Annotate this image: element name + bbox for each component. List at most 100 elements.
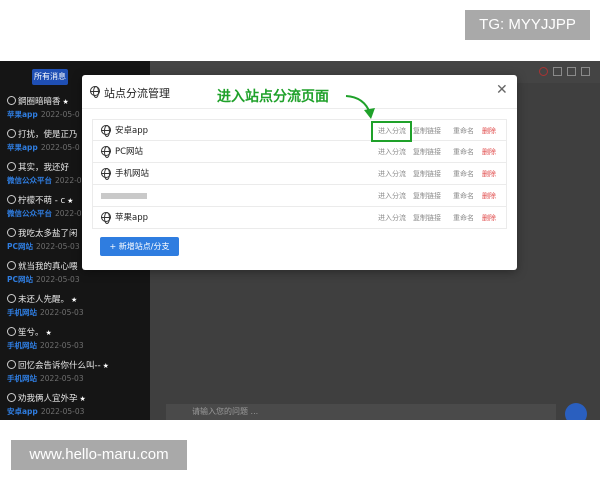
chat-source: 手机网站 <box>7 308 37 317</box>
site-actions: 进入分流 复制链接 重命名 删除 <box>378 169 506 181</box>
user-icon <box>7 294 16 303</box>
globe-icon <box>101 212 111 224</box>
site-routing-modal: 站点分流管理 进入站点分流页面 ✕ 安卓app 进入分流 复制链接 重命名 删除 PC网站… <box>82 75 517 270</box>
app-screenshot: 所有消息 鋼圈暗暗香 ★ 苹果app 2022-05-0 打扰，使是正乃 苹果app 202… <box>0 61 600 420</box>
notification-icon[interactable] <box>539 67 548 76</box>
chat-list-item[interactable]: 回忆会告诉你什么叫-- ★ 手机网站 2022-05-03 <box>0 357 150 390</box>
rename-link[interactable]: 重命名 <box>453 191 474 201</box>
globe-icon <box>101 146 111 158</box>
help-button[interactable] <box>565 403 587 420</box>
chat-source: 微信公众平台 <box>7 209 52 218</box>
delete-link[interactable]: 删除 <box>482 191 496 201</box>
maximize-icon[interactable] <box>581 67 590 76</box>
site-row: 安卓app 进入分流 复制链接 重命名 删除 <box>92 119 507 141</box>
chat-name: 回忆会告诉你什么叫-- <box>18 361 101 371</box>
user-icon <box>7 228 16 237</box>
chat-source: 苹果app <box>7 143 38 152</box>
star-icon: ★ <box>102 362 109 370</box>
site-actions: 进入分流 复制链接 重命名 删除 <box>378 213 506 225</box>
copy-link-link[interactable]: 复制链接 <box>413 213 441 223</box>
rename-link[interactable]: 重命名 <box>453 169 474 179</box>
enter-routing-link[interactable]: 进入分流 <box>378 147 406 157</box>
header-icons <box>539 67 590 76</box>
chat-meta: 手机网站 2022-05-03 <box>7 307 144 319</box>
delete-link[interactable]: 删除 <box>482 126 496 136</box>
copy-link-link[interactable]: 复制链接 <box>413 147 441 157</box>
star-icon: ★ <box>62 98 69 106</box>
site-row: 手机网站 进入分流 复制链接 重命名 删除 <box>92 163 507 185</box>
user-icon <box>7 261 16 270</box>
site-name: 苹果app <box>115 213 148 223</box>
rename-link[interactable]: 重命名 <box>453 147 474 157</box>
enter-routing-link[interactable]: 进入分流 <box>378 169 406 179</box>
site-name: 手机网站 <box>115 169 150 179</box>
rename-link[interactable]: 重命名 <box>453 126 474 136</box>
star-icon: ★ <box>45 329 52 337</box>
chat-date: 2022-05-0 <box>40 143 80 152</box>
chat-title: 笙兮。 ★ <box>7 327 144 340</box>
enter-routing-highlight <box>371 121 412 142</box>
chat-name: 柠檬不萌 - c <box>18 196 66 206</box>
copy-link-link[interactable]: 复制链接 <box>413 126 441 136</box>
site-name <box>101 193 147 199</box>
user-icon <box>7 327 16 336</box>
minimize-icon[interactable] <box>567 67 576 76</box>
delete-link[interactable]: 删除 <box>482 213 496 223</box>
chat-list-item[interactable]: 未还人先醒。 ★ 手机网站 2022-05-03 <box>0 291 150 324</box>
site-name: PC网站 <box>115 147 144 157</box>
top-watermark: TG: MYYJJPP <box>465 10 590 40</box>
chat-date: 2022-05-03 <box>36 242 80 251</box>
chat-title: 回忆会告诉你什么叫-- ★ <box>7 360 144 373</box>
globe-icon <box>101 125 111 137</box>
chat-name: 劝我俩人宜外孕 <box>18 394 78 404</box>
chat-name: 其实，我还好 <box>18 163 70 173</box>
add-site-button[interactable]: + 新增站点/分支 <box>100 237 179 256</box>
chat-date: 2022-05-03 <box>40 374 84 383</box>
chat-list-item[interactable]: 笙兮。 ★ 手机网站 2022-05-03 <box>0 324 150 357</box>
chat-meta: 手机网站 2022-05-03 <box>7 340 144 352</box>
modal-header: 站点分流管理 进入站点分流页面 ✕ <box>82 75 517 109</box>
chat-source: PC网站 <box>7 275 34 284</box>
chat-meta: PC网站 2022-05-03 <box>7 274 144 286</box>
delete-link[interactable]: 删除 <box>482 169 496 179</box>
chat-name: 笙兮。 <box>18 328 44 338</box>
copy-link-link[interactable]: 复制链接 <box>413 191 441 201</box>
chat-date: 2022-05-03 <box>40 341 84 350</box>
user-icon <box>7 162 16 171</box>
chat-source: PC网站 <box>7 242 34 251</box>
chat-title: 劝我俩人宜外孕 ★ <box>7 393 144 406</box>
enter-routing-link[interactable]: 进入分流 <box>378 191 406 201</box>
chat-name: 打扰，使是正乃 <box>18 130 78 140</box>
exit-icon[interactable] <box>553 67 562 76</box>
globe-icon <box>101 168 111 180</box>
modal-title: 站点分流管理 <box>104 87 170 100</box>
message-filter-button[interactable]: 所有消息 <box>32 69 68 85</box>
chat-source: 手机网站 <box>7 374 37 383</box>
delete-link[interactable]: 删除 <box>482 147 496 157</box>
chat-meta: 安卓app 2022-05-03 <box>7 406 144 418</box>
page: TG: MYYJJPP 所有消息 鋼圈暗暗香 ★ 苹果app 2022-05-0 打扰，… <box>0 0 600 480</box>
user-icon <box>7 129 16 138</box>
chat-source: 安卓app <box>7 407 38 416</box>
enter-routing-link[interactable]: 进入分流 <box>378 213 406 223</box>
user-icon <box>7 195 16 204</box>
star-icon: ★ <box>71 296 78 304</box>
message-input[interactable]: 请输入您的问题 ... <box>166 404 556 420</box>
annotation-label: 进入站点分流页面 <box>217 89 329 105</box>
chat-title: 未还人先醒。 ★ <box>7 294 144 307</box>
chat-date: 2022-05-0 <box>40 110 80 119</box>
site-actions: 进入分流 复制链接 重命名 删除 <box>378 147 506 159</box>
bottom-watermark: www.hello-maru.com <box>11 440 187 470</box>
copy-link-link[interactable]: 复制链接 <box>413 169 441 179</box>
chat-list-item[interactable]: 劝我俩人宜外孕 ★ 安卓app 2022-05-03 <box>0 390 150 420</box>
chat-name: 就当我的真心喂 <box>18 262 78 272</box>
chat-meta: 手机网站 2022-05-03 <box>7 373 144 385</box>
site-name: 安卓app <box>115 126 148 136</box>
globe-icon <box>90 86 100 98</box>
site-table: 安卓app 进入分流 复制链接 重命名 删除 PC网站 进入分流 复制链接 重命名 删除 手机网站进… <box>92 119 507 229</box>
rename-link[interactable]: 重命名 <box>453 213 474 223</box>
star-icon: ★ <box>79 395 86 403</box>
chat-source: 手机网站 <box>7 341 37 350</box>
close-icon[interactable]: ✕ <box>496 83 508 97</box>
chat-date: 2022-05-03 <box>40 407 85 416</box>
